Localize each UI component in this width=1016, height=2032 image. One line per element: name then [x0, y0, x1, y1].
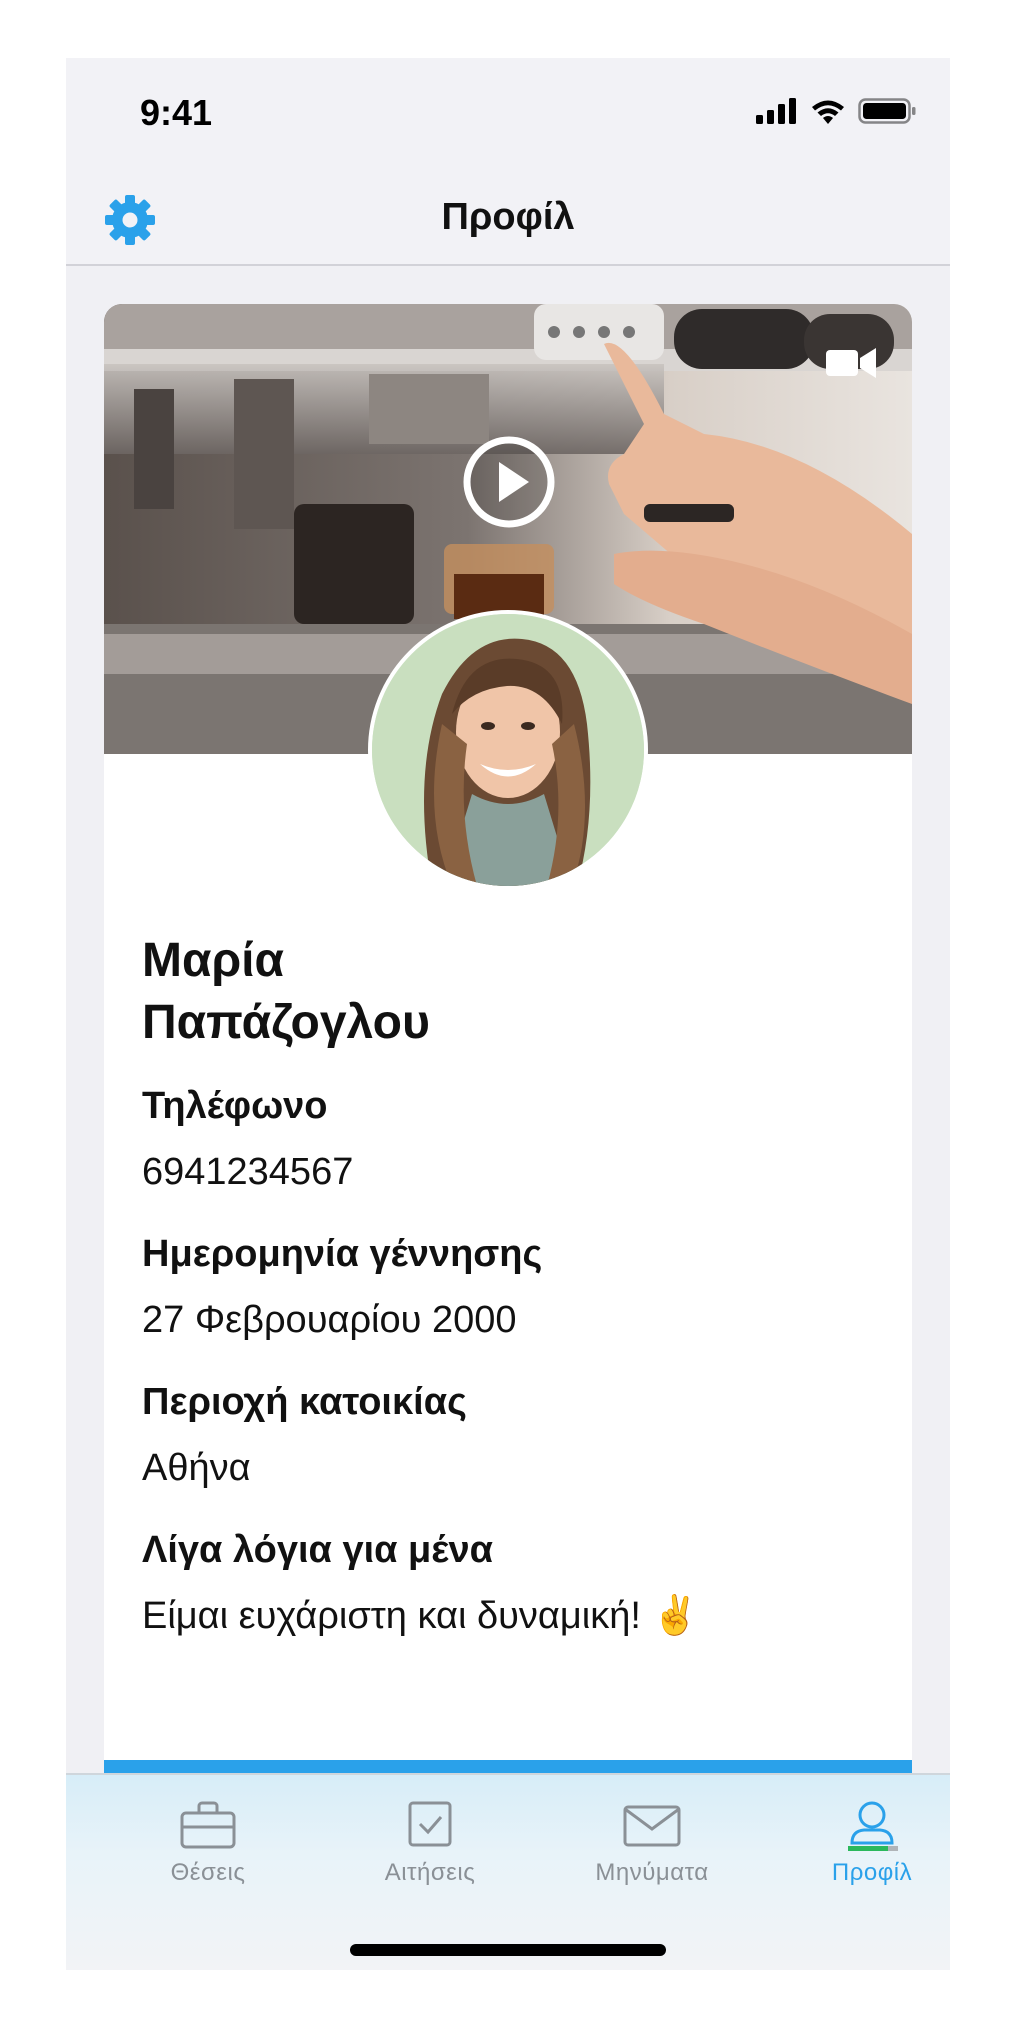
tab-applications[interactable]: Αιτήσεις [330, 1799, 530, 1887]
battery-icon [858, 98, 916, 124]
tab-label: Θέσεις [170, 1859, 246, 1886]
checkbox-icon [408, 1801, 452, 1847]
tab-label: Προφίλ [831, 1859, 913, 1886]
field-birthdate: Ημερομηνία γέννησης 27 Φεβρουαρίου 2000 [142, 1230, 862, 1344]
briefcase-icon [180, 1801, 236, 1849]
field-label: Τηλέφωνο [142, 1085, 328, 1127]
cellular-signal-icon [756, 98, 796, 124]
field-value: Αθήνα [142, 1447, 251, 1489]
status-time: 9:41 [140, 92, 213, 133]
video-camera-icon [826, 348, 876, 378]
user-icon [848, 1801, 898, 1851]
tab-jobs[interactable]: Θέσεις [108, 1799, 308, 1887]
field-residence: Περιοχή κατοικίας Αθήνα [142, 1378, 862, 1492]
tab-profile[interactable]: Προφίλ [772, 1799, 950, 1887]
home-indicator[interactable] [350, 1944, 666, 1956]
field-value: 6941234567 [142, 1151, 354, 1193]
tab-messages[interactable]: Μηνύματα [552, 1799, 752, 1887]
tab-bar: Θέσεις Αιτήσεις Μηνύματα Προφίλ [66, 1773, 950, 1970]
tab-label: Μηνύματα [595, 1859, 709, 1886]
avatar[interactable] [368, 610, 648, 890]
field-about: Λίγα λόγια για μένα Είμαι ευχάριστη και … [142, 1526, 862, 1640]
phone-screen: 9:41 Προφίλ Μαρία Παπάζογλου Τηλέφωνο 69… [66, 58, 950, 1970]
page-title: Προφίλ [441, 196, 575, 238]
field-label: Περιοχή κατοικίας [142, 1381, 467, 1423]
avatar-photo [372, 614, 644, 886]
field-phone: Τηλέφωνο 6941234567 [142, 1082, 862, 1196]
profile-card: Μαρία Παπάζογλου Τηλέφωνο 6941234567 Ημε… [104, 304, 912, 1824]
tab-label: Αιτήσεις [384, 1859, 476, 1886]
field-label: Λίγα λόγια για μένα [142, 1529, 493, 1571]
field-label: Ημερομηνία γέννησης [142, 1233, 543, 1275]
profile-first-name: Μαρία [142, 934, 285, 987]
wifi-icon [812, 100, 844, 124]
status-bar: 9:41 [66, 58, 950, 178]
play-icon[interactable] [461, 434, 557, 530]
profile-info: Μαρία Παπάζογλου Τηλέφωνο 6941234567 Ημε… [142, 930, 862, 1640]
envelope-icon [623, 1805, 681, 1847]
navigation-bar: Προφίλ [66, 178, 950, 266]
status-icons [756, 98, 916, 124]
field-value: 27 Φεβρουαρίου 2000 [142, 1299, 517, 1341]
profile-last-name: Παπάζογλου [142, 996, 430, 1049]
field-value: Είμαι ευχάριστη και δυναμική! ✌️ [142, 1595, 699, 1637]
